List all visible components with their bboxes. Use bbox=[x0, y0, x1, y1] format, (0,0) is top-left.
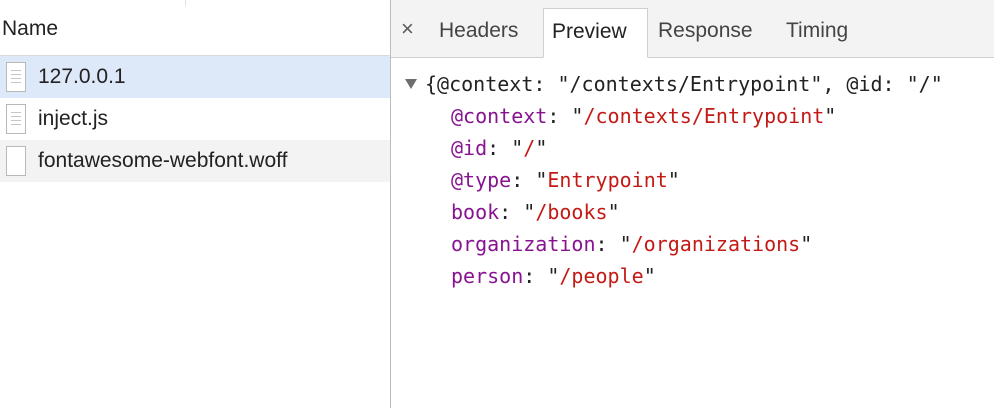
json-key: @id bbox=[451, 136, 488, 160]
json-property: @context: "/contexts/Entrypoint" bbox=[451, 104, 837, 128]
json-key: @type bbox=[451, 168, 512, 192]
expand-triangle-icon[interactable] bbox=[405, 79, 417, 89]
json-value: Entrypoint bbox=[547, 168, 668, 192]
json-property: person: "/people" bbox=[451, 264, 656, 288]
json-value: /people bbox=[559, 264, 644, 288]
name-column-header[interactable]: Name bbox=[0, 0, 390, 56]
json-value: /contexts/Entrypoint bbox=[583, 104, 825, 128]
json-key: @context bbox=[451, 104, 548, 128]
json-property: @id: "/" bbox=[451, 136, 548, 160]
json-root-summary[interactable]: {@context: "/contexts/Entrypoint", @id: … bbox=[405, 68, 943, 100]
json-summary-text: {@context: "/contexts/Entrypoint", @id: … bbox=[425, 72, 943, 96]
tab-timing[interactable]: Timing bbox=[778, 8, 856, 58]
request-row[interactable]: inject.js bbox=[0, 98, 390, 140]
tab-response[interactable]: Response bbox=[650, 8, 761, 58]
close-icon[interactable]: × bbox=[401, 16, 414, 42]
json-value: /books bbox=[535, 200, 608, 224]
detail-tab-bar: × Headers Preview Response Timing bbox=[391, 0, 994, 58]
name-column-label: Name bbox=[2, 17, 59, 40]
request-row[interactable]: fontawesome-webfont.woff bbox=[0, 140, 390, 182]
json-property: book: "/books" bbox=[451, 200, 620, 224]
request-name: 127.0.0.1 bbox=[38, 65, 126, 88]
json-value: /organizations bbox=[631, 232, 801, 256]
script-file-icon bbox=[6, 104, 26, 134]
tab-preview[interactable]: Preview bbox=[543, 8, 648, 58]
request-row[interactable]: 127.0.0.1 bbox=[0, 56, 390, 98]
json-key: organization bbox=[451, 232, 596, 256]
json-key: book bbox=[451, 200, 500, 224]
request-name: inject.js bbox=[38, 107, 109, 130]
json-value: / bbox=[523, 136, 536, 160]
json-property: @type: "Entrypoint" bbox=[451, 168, 680, 192]
json-key: person bbox=[451, 264, 524, 288]
request-detail-panel: × Headers Preview Response Timing {@cont… bbox=[391, 0, 994, 408]
json-property: organization: "/organizations" bbox=[451, 232, 813, 256]
devtools-network-panel: Name 127.0.0.1 inject.js fontawesome-web… bbox=[0, 0, 994, 408]
document-icon bbox=[6, 62, 26, 92]
font-file-icon bbox=[6, 146, 26, 176]
json-preview: {@context: "/contexts/Entrypoint", @id: … bbox=[391, 58, 994, 408]
request-name: fontawesome-webfont.woff bbox=[38, 149, 288, 172]
tab-headers[interactable]: Headers bbox=[431, 8, 526, 58]
column-divider-tick bbox=[185, 0, 186, 6]
request-list: Name 127.0.0.1 inject.js fontawesome-web… bbox=[0, 0, 390, 408]
